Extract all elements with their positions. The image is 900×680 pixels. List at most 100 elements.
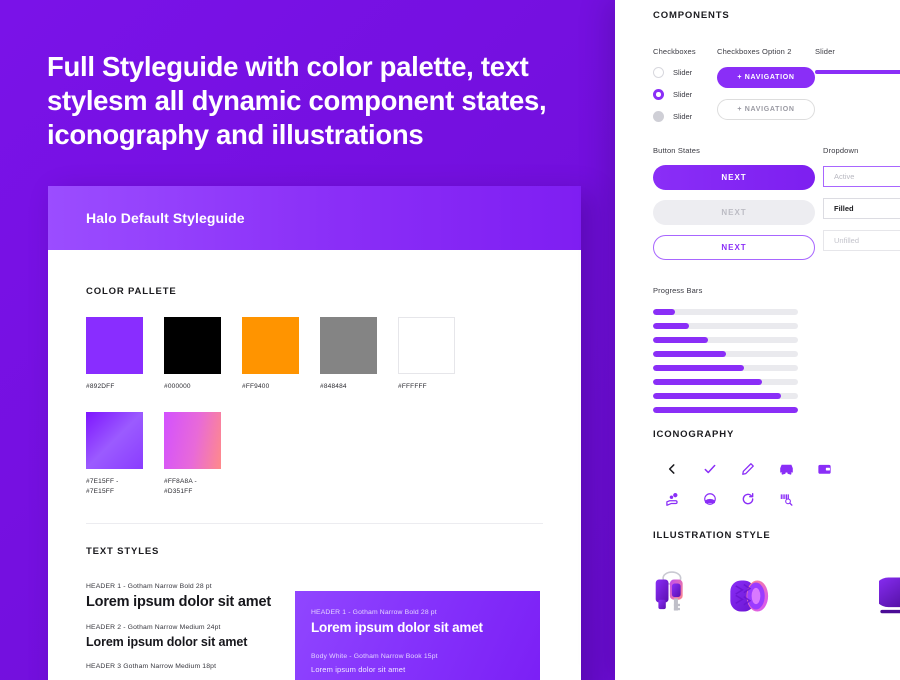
partial-illustration (878, 577, 900, 614)
section-divider (86, 523, 543, 524)
text-style-purple-block: HEADER 1 - Gotham Narrow Bold 28 pt Lore… (295, 591, 540, 680)
color-swatch-cell: #FF9400 (242, 317, 299, 392)
dropdown-group: Dropdown Active Filled Unfilled (823, 146, 900, 260)
styleguide-card-title: Halo Default Styleguide (86, 210, 245, 226)
gradient-swatch-cell: #FF8A8A - #D351FF (164, 412, 221, 497)
chevron-left-icon[interactable] (653, 454, 691, 484)
styleguide-screenshot: Full Styleguide with color palette, text… (0, 0, 900, 680)
progress-bar (653, 337, 798, 343)
barcode-scan-icon[interactable] (767, 484, 805, 514)
car-icon[interactable] (767, 454, 805, 484)
components-panel: COMPONENTS Checkboxes Slider Slider Slider… (615, 0, 900, 680)
gradient-swatch-code: #FF8A8A - #D351FF (164, 478, 197, 495)
progress-bar (653, 407, 798, 413)
navigation-button-outline[interactable]: + NAVIGATION (717, 99, 815, 120)
checkbox-item-label: Slider (673, 68, 693, 77)
dropdown-label: Dropdown (823, 146, 859, 155)
color-swatch-cell: #892DFF (86, 317, 143, 392)
illustration-style-label: ILLUSTRATION STYLE (653, 530, 771, 541)
color-swatch-gray (320, 317, 377, 374)
page-title: Full Styleguide with color palette, text… (47, 51, 547, 150)
progress-bar (653, 365, 798, 371)
speedometer-icon[interactable] (691, 484, 729, 514)
gradient-swatch-cell: #7E15FF - #7E15FF (86, 412, 143, 497)
next-button-primary[interactable]: NEXT (653, 165, 815, 190)
radio-icon-disabled[interactable] (653, 111, 664, 122)
purple-block-sample: Lorem ipsum dolor sit amet (311, 620, 483, 635)
checkboxes-group: Checkboxes Slider Slider Slider (653, 47, 717, 122)
purple-block-body-text: Lorem ipsum dolor sit amet (311, 665, 406, 674)
illustration-style-group: ILLUSTRATION STYLE (653, 530, 900, 627)
styleguide-card: Halo Default Styleguide COLOR PALLETE #8… (48, 186, 581, 680)
color-swatch-white (398, 317, 455, 374)
progress-bar (653, 393, 798, 399)
progress-bar-fill (653, 351, 726, 357)
illustration-row (653, 559, 900, 627)
checkbox-item-label: Slider (673, 90, 693, 99)
slider-label: Slider (815, 47, 836, 56)
slider-track[interactable] (815, 70, 900, 74)
radio-icon-empty[interactable] (653, 67, 664, 78)
purple-block-body-meta: Body White - Gotham Narrow Book 15pt (311, 653, 438, 660)
gradient-swatch-row: #7E15FF - #7E15FF #FF8A8A - #D351FF (86, 412, 543, 497)
progress-bar (653, 379, 798, 385)
progress-bars-group: Progress Bars (653, 286, 900, 413)
button-states-group: Button States NEXT NEXT NEXT (653, 146, 823, 260)
progress-bar-fill (653, 407, 798, 413)
hand-people-icon[interactable] (653, 484, 691, 514)
checkboxes-option2-label: Checkboxes Option 2 (717, 47, 792, 56)
radio-icon-checked[interactable] (653, 89, 664, 100)
text-styles-label: TEXT STYLES (86, 546, 160, 557)
car-keys-illustration (655, 571, 683, 611)
text-style-meta: HEADER 1 - Gotham Narrow Bold 28 pt (86, 583, 212, 590)
color-swatch-code: #FFFFFF (398, 383, 427, 390)
color-swatch-black (164, 317, 221, 374)
checkbox-item-label: Slider (673, 112, 693, 121)
gradient-swatch-code: #7E15FF - #7E15FF (86, 478, 119, 495)
color-swatch-orange (242, 317, 299, 374)
button-states-label: Button States (653, 146, 700, 155)
color-swatch-cell: #000000 (164, 317, 221, 392)
iconography-label: ICONOGRAPHY (653, 429, 735, 440)
color-swatch-code: #848484 (320, 383, 347, 390)
next-button-disabled: NEXT (653, 200, 815, 225)
color-swatch-cell: #FFFFFF (398, 317, 455, 392)
checkbox-item-checked[interactable]: Slider (653, 89, 717, 100)
gradient-swatch-purple-gradient (86, 412, 143, 469)
gradient-swatch-pink-gradient (164, 412, 221, 469)
checkbox-item-empty[interactable]: Slider (653, 67, 717, 78)
check-icon[interactable] (691, 454, 729, 484)
dropdown-unfilled[interactable]: Unfilled (823, 230, 900, 251)
text-styles-section: HEADER 1 - Gotham Narrow Bold 28 pt Lore… (86, 583, 543, 680)
progress-bars-label: Progress Bars (653, 286, 703, 295)
dropdown-active[interactable]: Active (823, 166, 900, 187)
color-swatch-code: #892DFF (86, 383, 115, 390)
styleguide-card-body: COLOR PALLETE #892DFF #000000 #FF9400 #8484… (48, 250, 581, 680)
iconography-group: ICONOGRAPHY (653, 429, 900, 514)
navigation-button-solid[interactable]: + NAVIGATION (717, 67, 815, 88)
color-swatch-code: #000000 (164, 383, 191, 390)
color-swatch-purple (86, 317, 143, 374)
dropdown-filled[interactable]: Filled (823, 198, 900, 219)
slider-group: Slider (815, 47, 900, 122)
styleguide-card-header: Halo Default Styleguide (48, 186, 581, 250)
progress-bar-fill (653, 393, 781, 399)
progress-bar-fill (653, 337, 709, 343)
progress-bar-fill (653, 309, 675, 315)
checkboxes-option2-group: Checkboxes Option 2 + NAVIGATION + NAVIG… (717, 47, 815, 122)
components-mid-row: Button States NEXT NEXT NEXT Dropdown Ac… (653, 146, 900, 260)
progress-bar (653, 351, 798, 357)
checkbox-item-disabled[interactable]: Slider (653, 111, 717, 122)
wallet-icon[interactable] (805, 454, 843, 484)
color-swatch-cell: #848484 (320, 317, 377, 392)
progress-bar (653, 323, 798, 329)
pencil-icon[interactable] (729, 454, 767, 484)
progress-bar-fill (653, 365, 745, 371)
color-swatch-code: #FF9400 (242, 383, 270, 390)
purple-block-meta: HEADER 1 - Gotham Narrow Bold 28 pt (311, 609, 437, 616)
progress-bar (653, 309, 798, 315)
next-button-ghost[interactable]: NEXT (653, 235, 815, 260)
components-title: COMPONENTS (653, 10, 730, 21)
refresh-icon[interactable] (729, 484, 767, 514)
progress-bar-fill (653, 323, 690, 329)
